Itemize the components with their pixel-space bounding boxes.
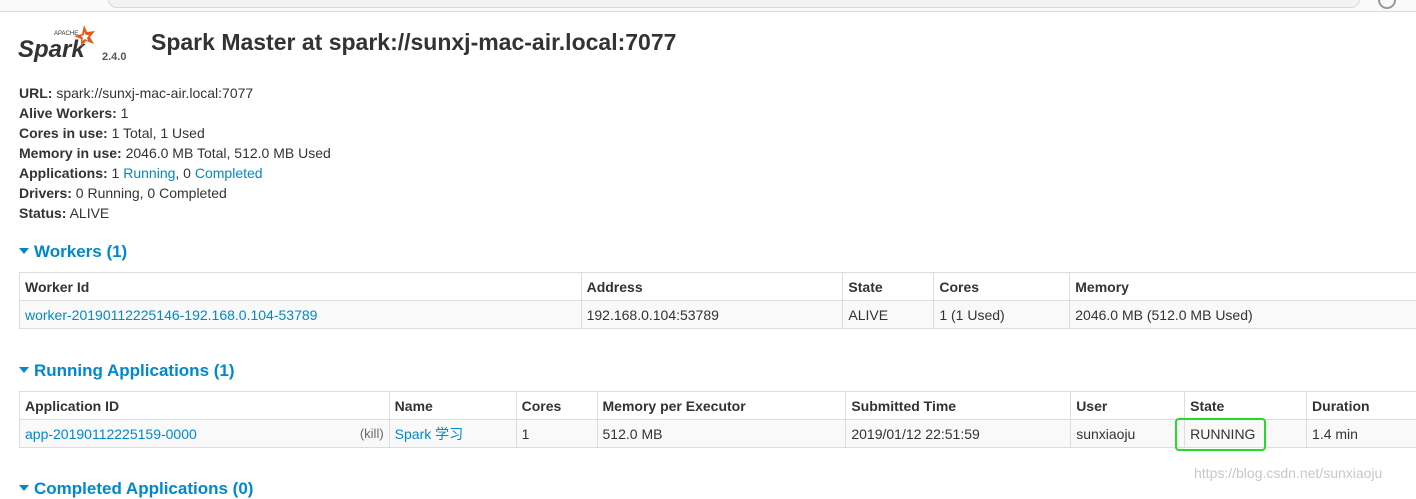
completed-apps-link[interactable]: Completed bbox=[195, 165, 263, 181]
summary-drivers: Drivers: 0 Running, 0 Completed bbox=[19, 183, 331, 203]
address-bar[interactable] bbox=[108, 0, 1360, 8]
app-submitted-time: 2019/01/12 22:51:59 bbox=[846, 420, 1071, 448]
col-cores[interactable]: Cores bbox=[934, 273, 1070, 301]
kill-link[interactable]: (kill) bbox=[360, 426, 384, 441]
worker-id-link[interactable]: worker-20190112225146-192.168.0.104-5378… bbox=[25, 307, 317, 323]
summary-applications: Applications: 1 Running, 0 Completed bbox=[19, 163, 331, 183]
col-state[interactable]: State bbox=[843, 273, 934, 301]
running-apps-section-toggle[interactable]: Running Applications (1) bbox=[19, 361, 235, 381]
logo-spark-text: Spark bbox=[18, 36, 86, 63]
col-memory-per-executor[interactable]: Memory per Executor bbox=[597, 392, 846, 420]
col-duration[interactable]: Duration bbox=[1307, 392, 1416, 420]
account-icon[interactable] bbox=[1378, 0, 1396, 9]
app-user: sunxiaoju bbox=[1071, 420, 1185, 448]
summary-cores: Cores in use: 1 Total, 1 Used bbox=[19, 123, 331, 143]
app-duration: 1.4 min bbox=[1307, 420, 1416, 448]
running-state-highlight bbox=[1175, 418, 1266, 451]
caret-down-icon bbox=[19, 248, 29, 254]
app-name-link[interactable]: Spark 学习 bbox=[395, 426, 463, 442]
completed-apps-section-toggle[interactable]: Completed Applications (0) bbox=[19, 479, 253, 499]
col-cores[interactable]: Cores bbox=[516, 392, 597, 420]
version-label: 2.4.0 bbox=[102, 51, 126, 63]
worker-cores: 1 (1 Used) bbox=[934, 301, 1070, 329]
browser-top-strip bbox=[0, 0, 1416, 12]
worker-state: ALIVE bbox=[843, 301, 934, 329]
col-submitted-time[interactable]: Submitted Time bbox=[846, 392, 1071, 420]
caret-down-icon bbox=[19, 485, 29, 491]
worker-address: 192.168.0.104:53789 bbox=[581, 301, 843, 329]
master-summary: URL: spark://sunxj-mac-air.local:7077 Al… bbox=[19, 83, 331, 223]
caret-down-icon bbox=[19, 367, 29, 373]
watermark-text: https://blog.csdn.net/sunxiaoju bbox=[1194, 465, 1382, 481]
col-memory[interactable]: Memory bbox=[1070, 273, 1416, 301]
col-application-id[interactable]: Application ID bbox=[20, 392, 390, 420]
app-cores: 1 bbox=[516, 420, 597, 448]
running-apps-link[interactable]: Running bbox=[123, 165, 175, 181]
page-title: Spark Master at spark://sunxj-mac-air.lo… bbox=[151, 29, 676, 56]
app-id-link[interactable]: app-20190112225159-0000 bbox=[25, 426, 197, 442]
col-worker-id[interactable]: Worker Id bbox=[20, 273, 582, 301]
summary-status: Status: ALIVE bbox=[19, 203, 331, 223]
app-memory: 512.0 MB bbox=[597, 420, 846, 448]
worker-memory: 2046.0 MB (512.0 MB Used) bbox=[1070, 301, 1416, 329]
summary-workers: Alive Workers: 1 bbox=[19, 103, 331, 123]
spark-logo[interactable]: APACHE Spark 2.4.0 bbox=[18, 22, 130, 66]
table-row: worker-20190112225146-192.168.0.104-5378… bbox=[20, 301, 1416, 329]
col-user[interactable]: User bbox=[1071, 392, 1185, 420]
col-state[interactable]: State bbox=[1185, 392, 1307, 420]
col-name[interactable]: Name bbox=[389, 392, 516, 420]
summary-url: URL: spark://sunxj-mac-air.local:7077 bbox=[19, 83, 331, 103]
summary-memory: Memory in use: 2046.0 MB Total, 512.0 MB… bbox=[19, 143, 331, 163]
col-address[interactable]: Address bbox=[581, 273, 843, 301]
workers-table: Worker Id Address State Cores Memory wor… bbox=[19, 272, 1416, 329]
workers-section-toggle[interactable]: Workers (1) bbox=[19, 242, 127, 262]
